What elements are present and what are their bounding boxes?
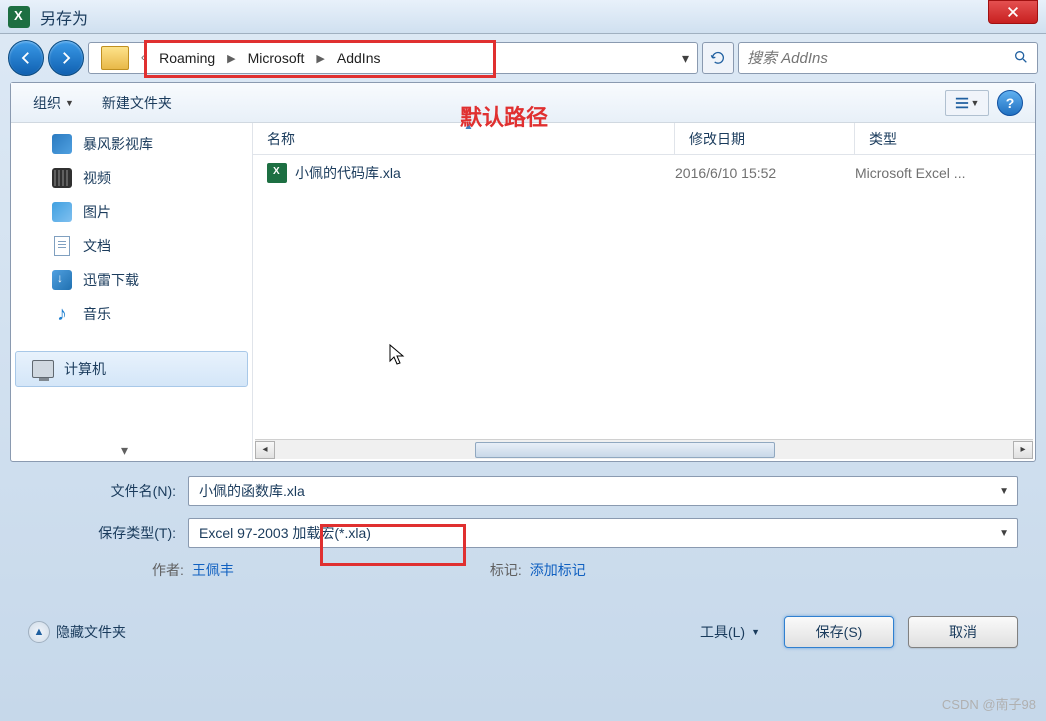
new-folder-label: 新建文件夹 [102,93,172,113]
back-button[interactable] [8,40,44,76]
filetype-label: 保存类型(T): [28,523,188,543]
file-list-header: 名称 ▲ 修改日期 类型 [253,123,1035,155]
document-icon [51,235,73,257]
chevron-down-icon: ▼ [751,627,760,637]
chevron-down-icon[interactable]: ▼ [999,528,1009,539]
titlebar: 另存为 [0,0,1046,34]
sidebar-item-label: 图片 [83,202,111,222]
horizontal-scrollbar[interactable]: ◂ ▸ [255,439,1033,459]
file-list: 名称 ▲ 修改日期 类型 小佩的代码库.xla 2016/6/10 15:52 … [253,123,1035,461]
cancel-button[interactable]: 取消 [908,616,1018,648]
sidebar-item-label: 视频 [83,168,111,188]
refresh-button[interactable] [702,42,734,74]
search-box[interactable] [738,42,1038,74]
address-bar[interactable]: « Roaming ▶ Microsoft ▶ AddIns ▾ [88,42,698,74]
folder-icon [101,46,129,70]
picture-icon [51,201,73,223]
window-title: 另存为 [40,5,88,29]
sidebar-item-pictures[interactable]: 图片 [11,195,252,229]
navbar: « Roaming ▶ Microsoft ▶ AddIns ▾ [0,34,1046,82]
crumb-roaming[interactable]: Roaming [155,46,219,70]
search-input[interactable] [747,50,1013,67]
author-label: 作者: [152,560,184,580]
chevron-icon: ▶ [227,52,235,65]
chevron-down-icon: ▼ [65,98,74,108]
sidebar-item-label: 文档 [83,236,111,256]
organize-button[interactable]: 组织 ▼ [23,89,84,117]
search-icon[interactable] [1013,49,1029,68]
file-name: 小佩的代码库.xla [295,163,401,183]
toolbar: 组织 ▼ 新建文件夹 ▼ ? [11,83,1035,123]
sort-asc-icon: ▲ [464,123,474,132]
chevron-down-icon: ▼ [971,98,980,108]
sidebar-item-video[interactable]: 视频 [11,161,252,195]
scroll-down-icon[interactable]: ▾ [121,442,128,459]
tag-value[interactable]: 添加标记 [530,560,586,580]
hide-folders-toggle[interactable]: ▲ 隐藏文件夹 [28,621,126,643]
sidebar: 暴风影视库 视频 图片 文档 迅雷下载 [11,123,253,461]
computer-icon [32,358,54,380]
music-icon: ♪ [51,303,73,325]
xla-file-icon [267,163,287,183]
close-button[interactable] [988,0,1038,24]
filetype-select[interactable]: Excel 97-2003 加载宏(*.xla) ▼ [188,518,1018,548]
sidebar-item-label: 暴风影视库 [83,134,153,154]
column-name[interactable]: 名称 ▲ [253,123,675,154]
download-icon [51,269,73,291]
author-value[interactable]: 王佩丰 [192,560,234,580]
column-type[interactable]: 类型 [855,123,1035,154]
file-row[interactable]: 小佩的代码库.xla 2016/6/10 15:52 Microsoft Exc… [253,155,1035,191]
forward-button[interactable] [48,40,84,76]
filename-label: 文件名(N): [28,481,188,501]
tag-label: 标记: [490,560,522,580]
sidebar-item-label: 迅雷下载 [83,270,139,290]
sidebar-item-stormvideo[interactable]: 暴风影视库 [11,127,252,161]
chevron-icon: ▶ [316,52,324,65]
save-button[interactable]: 保存(S) [784,616,894,648]
video-lib-icon [51,133,73,155]
excel-icon [8,6,30,28]
scroll-left-button[interactable]: ◂ [255,441,275,459]
chevron-icon: « [141,52,147,64]
sidebar-item-label: 计算机 [64,359,106,379]
cursor-icon [388,343,408,373]
sidebar-item-computer[interactable]: 计算机 [15,351,248,387]
new-folder-button[interactable]: 新建文件夹 [92,89,182,117]
video-icon [51,167,73,189]
sidebar-item-documents[interactable]: 文档 [11,229,252,263]
address-dropdown-icon[interactable]: ▾ [682,50,689,67]
chevron-up-icon: ▲ [28,621,50,643]
file-date: 2016/6/10 15:52 [675,165,855,181]
view-button[interactable]: ▼ [945,90,989,116]
crumb-addins[interactable]: AddIns [333,46,385,70]
watermark: CSDN @南子98 [942,694,1036,713]
file-type: Microsoft Excel ... [855,165,1035,181]
scroll-thumb[interactable] [475,442,775,458]
help-button[interactable]: ? [997,90,1023,116]
column-date[interactable]: 修改日期 [675,123,855,154]
sidebar-item-label: 音乐 [83,304,111,324]
scroll-right-button[interactable]: ▸ [1013,441,1033,459]
chevron-down-icon[interactable]: ▼ [999,486,1009,497]
filename-input[interactable]: 小佩的函数库.xla ▼ [188,476,1018,506]
tools-button[interactable]: 工具(L) ▼ [690,618,770,646]
sidebar-item-thunder[interactable]: 迅雷下载 [11,263,252,297]
sidebar-item-music[interactable]: ♪ 音乐 [11,297,252,331]
organize-label: 组织 [33,93,61,113]
crumb-microsoft[interactable]: Microsoft [244,46,309,70]
